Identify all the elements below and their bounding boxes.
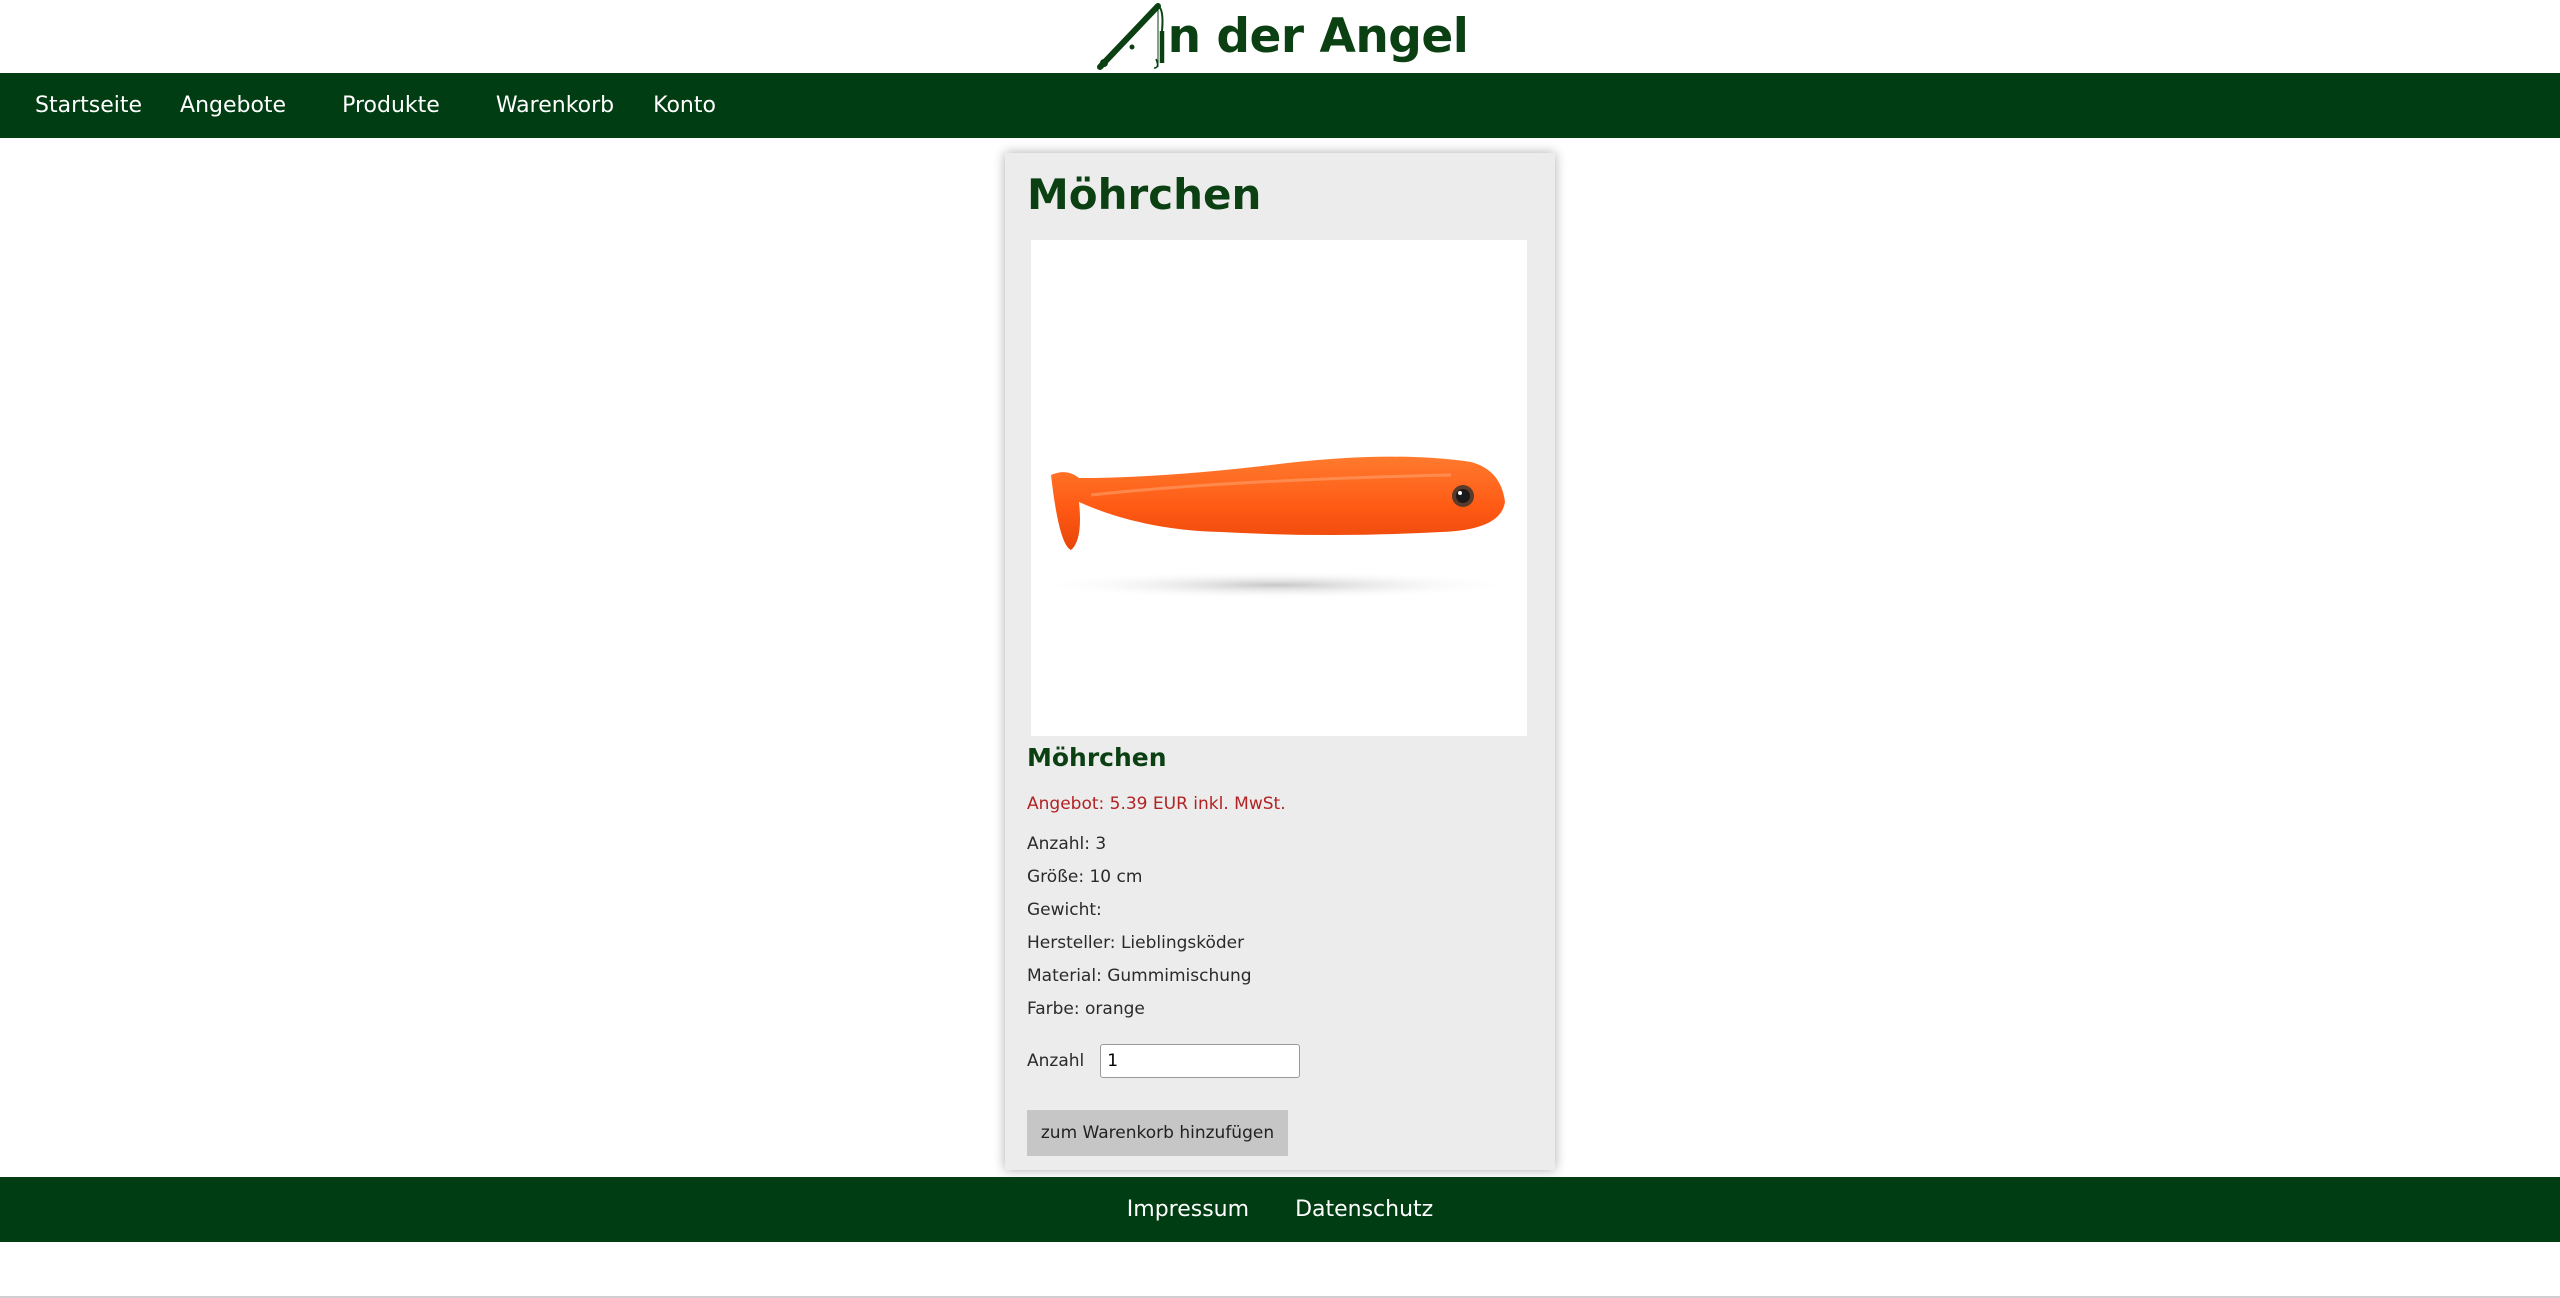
fishing-rod-logo-icon xyxy=(1096,2,1164,70)
quantity-label: Anzahl xyxy=(1027,1051,1085,1071)
product-details: Anzahl: 3 Größe: 10 cm Gewicht: Herstell… xyxy=(1027,828,1252,1026)
detail-material: Material: Gummimischung xyxy=(1027,966,1252,986)
product-card: Möhrchen Möhrchen Angebot: 5.39 EUR inkl… xyxy=(1005,153,1555,1170)
footer-link-datenschutz[interactable]: Datenschutz xyxy=(1295,1197,1433,1222)
product-title: Möhrchen xyxy=(1027,170,1262,219)
nav-item-konto[interactable]: Konto xyxy=(653,93,716,118)
nav-item-produkte[interactable]: Produkte xyxy=(342,93,440,118)
site-logo[interactable]: n der Angel xyxy=(1092,0,1469,73)
quantity-input[interactable] xyxy=(1100,1044,1301,1078)
nav-item-startseite[interactable]: Startseite xyxy=(35,93,142,118)
quantity-row: Anzahl xyxy=(1027,1044,1301,1078)
detail-gewicht: Gewicht: xyxy=(1027,900,1102,920)
orange-lure-image xyxy=(1036,456,1516,599)
logo-text: n der Angel xyxy=(1167,9,1469,64)
detail-hersteller: Hersteller: Lieblingsköder xyxy=(1027,933,1245,953)
main-navigation: Startseite Angebote Produkte Warenkorb K… xyxy=(0,73,2560,138)
nav-item-angebote[interactable]: Angebote xyxy=(180,93,286,118)
detail-farbe: Farbe: orange xyxy=(1027,999,1145,1019)
site-header: n der Angel xyxy=(0,0,2560,73)
footer-link-impressum[interactable]: Impressum xyxy=(1127,1197,1249,1222)
detail-groesse: Größe: 10 cm xyxy=(1027,867,1143,887)
add-to-cart-button[interactable]: zum Warenkorb hinzufügen xyxy=(1027,1110,1288,1156)
offer-price: Angebot: 5.39 EUR inkl. MwSt. xyxy=(1027,794,1286,814)
site-footer: Impressum Datenschutz xyxy=(0,1177,2560,1242)
main-content: Möhrchen Möhrchen Angebot: 5.39 EUR inkl… xyxy=(0,138,2560,1170)
product-subtitle: Möhrchen xyxy=(1027,743,1167,772)
product-image xyxy=(1031,240,1527,736)
nav-item-warenkorb[interactable]: Warenkorb xyxy=(496,93,614,118)
detail-anzahl: Anzahl: 3 xyxy=(1027,834,1107,854)
